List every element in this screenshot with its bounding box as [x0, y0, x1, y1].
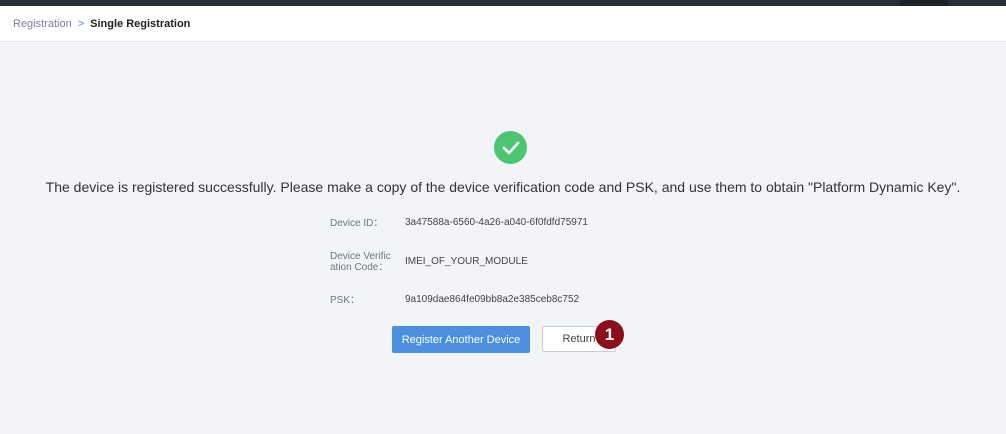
breadcrumb: Registration > Single Registration	[0, 6, 1006, 42]
verification-code-label-line2: ation Code：	[330, 262, 389, 273]
breadcrumb-current: Single Registration	[90, 17, 191, 30]
breadcrumb-registration-link[interactable]: Registration	[13, 18, 72, 30]
verification-code-label-line1: Device Verific	[330, 251, 391, 262]
success-message: The device is registered successfully. P…	[45, 179, 961, 195]
device-id-value: 3a47588a-6560-4a26-a040-6f0fdfd75971	[405, 217, 588, 228]
verification-code-value: IMEI_OF_YOUR_MODULE	[405, 256, 528, 267]
step-number-badge: 1	[595, 320, 624, 349]
register-another-device-button[interactable]: Register Another Device	[392, 326, 530, 353]
device-id-label: Device ID：	[330, 218, 384, 229]
verification-code-label: Device Verific ation Code：	[330, 251, 400, 273]
checkmark-icon	[502, 141, 519, 154]
psk-label: PSK：	[330, 295, 361, 306]
breadcrumb-separator: >	[77, 17, 85, 30]
psk-value: 9a109dae864fe09bb8a2e385ceb8c752	[405, 294, 580, 305]
check-circle-icon	[494, 131, 527, 164]
